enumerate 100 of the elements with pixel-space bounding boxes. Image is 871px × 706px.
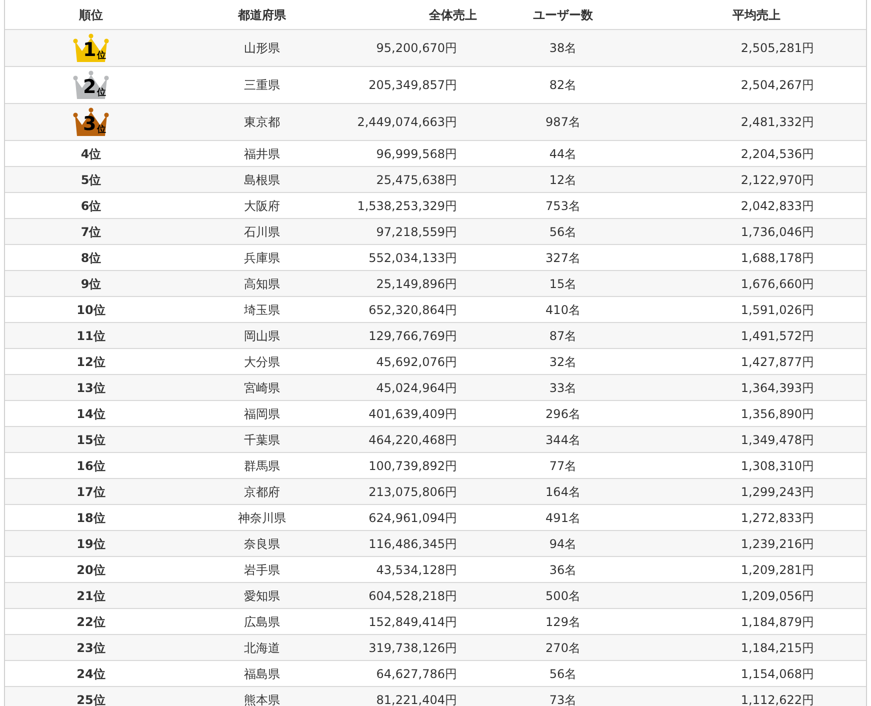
average-sales-cell-text: 1,591,026円: [740, 302, 814, 318]
total-sales-cell-text: 213,075,806円: [368, 484, 457, 500]
prefecture-cell-text: 岡山県: [244, 328, 280, 344]
prefecture-cell-text: 埼玉県: [244, 302, 280, 318]
average-sales-cell-text: 2,505,281円: [740, 40, 814, 57]
prefecture-cell-text: 三重県: [244, 77, 280, 94]
rank-label: 18位: [76, 510, 106, 526]
user-count-cell-text: 15名: [549, 276, 577, 292]
user-count-cell-text: 410名: [546, 302, 580, 318]
rank-label: 13位: [76, 380, 106, 396]
rank-number: 1: [83, 40, 96, 60]
total-sales-cell-text: 205,349,857円: [368, 77, 457, 94]
rank-label: 5位: [80, 172, 102, 188]
user-count-cell-text: 270名: [546, 640, 580, 656]
average-sales-cell-text: 1,272,833円: [740, 510, 814, 526]
total-sales-cell-text: 25,475,638円: [376, 172, 457, 188]
total-sales-cell-text: 624,961,094円: [368, 510, 457, 526]
rank-label: 23位: [76, 640, 106, 656]
total-sales-cell-text: 152,849,414円: [368, 614, 457, 630]
user-count-cell-text: 164名: [546, 484, 580, 500]
prefecture-cell-text: 福井県: [244, 146, 280, 162]
total-sales-cell-text: 464,220,468円: [368, 432, 457, 448]
user-count-cell-text: 32名: [549, 354, 577, 370]
rank-label: 15位: [76, 432, 106, 448]
average-sales-cell-text: 1,112,622円: [740, 692, 814, 706]
total-sales-cell-text: 64,627,786円: [376, 666, 457, 682]
user-count-cell-text: 987名: [546, 114, 580, 131]
user-count-cell-text: 87名: [549, 328, 577, 344]
rank-label: 14位: [76, 406, 106, 422]
total-sales-cell-text: 25,149,896円: [376, 276, 457, 292]
user-count-cell-text: 129名: [546, 614, 580, 630]
average-sales-cell-text: 2,204,536円: [740, 146, 814, 162]
user-count-cell-text: 56名: [549, 224, 577, 240]
average-sales-cell-text: 1,349,478円: [740, 432, 814, 448]
average-sales-cell-text: 1,308,310円: [740, 458, 814, 474]
rank-label: 4位: [80, 146, 102, 162]
rank-label: 22位: [76, 614, 106, 630]
prefecture-cell-text: 岩手県: [244, 562, 280, 578]
prefecture-cell-text: 兵庫県: [244, 250, 280, 266]
prefecture-cell-text: 大分県: [244, 354, 280, 370]
prefecture-cell-text: 北海道: [244, 640, 280, 656]
average-sales-cell-text: 1,184,879円: [740, 614, 814, 630]
total-sales-cell-text: 95,200,670円: [376, 40, 457, 57]
user-count-cell-text: 12名: [549, 172, 577, 188]
total-sales-cell-text: 100,739,892円: [368, 458, 457, 474]
prefecture-cell-text: 東京都: [244, 114, 280, 131]
prefecture-cell-text: 神奈川県: [238, 510, 286, 526]
prefecture-cell-text: 広島県: [244, 614, 280, 630]
total-sales-cell-text: 81,221,404円: [376, 692, 457, 706]
rank-label: 17位: [76, 484, 106, 500]
prefecture-cell-text: 山形県: [244, 40, 280, 57]
average-sales-cell-text: 1,688,178円: [740, 250, 814, 266]
total-sales-cell-text: 401,639,409円: [368, 406, 457, 422]
average-sales-cell-text: 1,427,877円: [740, 354, 814, 370]
prefecture-cell-text: 奈良県: [244, 536, 280, 552]
total-sales-cell-text: 604,528,218円: [368, 588, 457, 604]
user-count-cell-text: 44名: [549, 146, 577, 162]
average-sales-cell-text: 1,736,046円: [740, 224, 814, 240]
rank-label: 9位: [80, 276, 102, 292]
average-sales-cell-text: 1,491,572円: [740, 328, 814, 344]
average-sales-cell-text: 1,209,281円: [740, 562, 814, 578]
total-sales-cell-text: 2,449,074,663円: [357, 114, 457, 131]
prefecture-cell-text: 石川県: [244, 224, 280, 240]
prefecture-cell-text: 福岡県: [244, 406, 280, 422]
prefecture-cell-text: 島根県: [244, 172, 280, 188]
average-sales-cell-text: 2,042,833円: [740, 198, 814, 214]
average-sales-cell-text: 1,356,890円: [740, 406, 814, 422]
average-sales-cell-text: 1,676,660円: [740, 276, 814, 292]
prefecture-cell-text: 群馬県: [244, 458, 280, 474]
average-sales-cell-text: 1,209,056円: [740, 588, 814, 604]
rank-label: 21位: [76, 588, 106, 604]
rank-suffix: 位: [97, 51, 106, 61]
prefecture-cell-text: 千葉県: [244, 432, 280, 448]
rank-label: 25位: [76, 692, 106, 706]
rank-label: 7位: [80, 224, 102, 240]
prefecture-cell-text: 福島県: [244, 666, 280, 682]
user-count-cell-text: 491名: [546, 510, 580, 526]
user-count-cell-text: 500名: [546, 588, 580, 604]
total-sales-cell-text: 1,538,253,329円: [357, 198, 457, 214]
column-header: 順位: [79, 6, 103, 24]
average-sales-cell-text: 2,481,332円: [740, 114, 814, 131]
user-count-cell-text: 36名: [549, 562, 577, 578]
total-sales-cell-text: 116,486,345円: [368, 536, 457, 552]
rank-label: 19位: [76, 536, 106, 552]
rank-label: 20位: [76, 562, 106, 578]
total-sales-cell-text: 96,999,568円: [376, 146, 457, 162]
total-sales-cell-text: 43,534,128円: [376, 562, 457, 578]
rank-label: 6位: [80, 198, 102, 214]
column-header: 平均売上: [732, 6, 780, 24]
prefecture-cell-text: 愛知県: [244, 588, 280, 604]
total-sales-cell-text: 45,692,076円: [376, 354, 457, 370]
rank-number: 2: [83, 77, 96, 97]
user-count-cell-text: 296名: [546, 406, 580, 422]
total-sales-cell-text: 319,738,126円: [368, 640, 457, 656]
total-sales-cell-text: 45,024,964円: [376, 380, 457, 396]
prefecture-cell-text: 宮崎県: [244, 380, 280, 396]
user-count-cell-text: 753名: [546, 198, 580, 214]
column-header: 全体売上: [429, 6, 477, 24]
user-count-cell-text: 94名: [549, 536, 577, 552]
column-header: ユーザー数: [533, 6, 593, 24]
